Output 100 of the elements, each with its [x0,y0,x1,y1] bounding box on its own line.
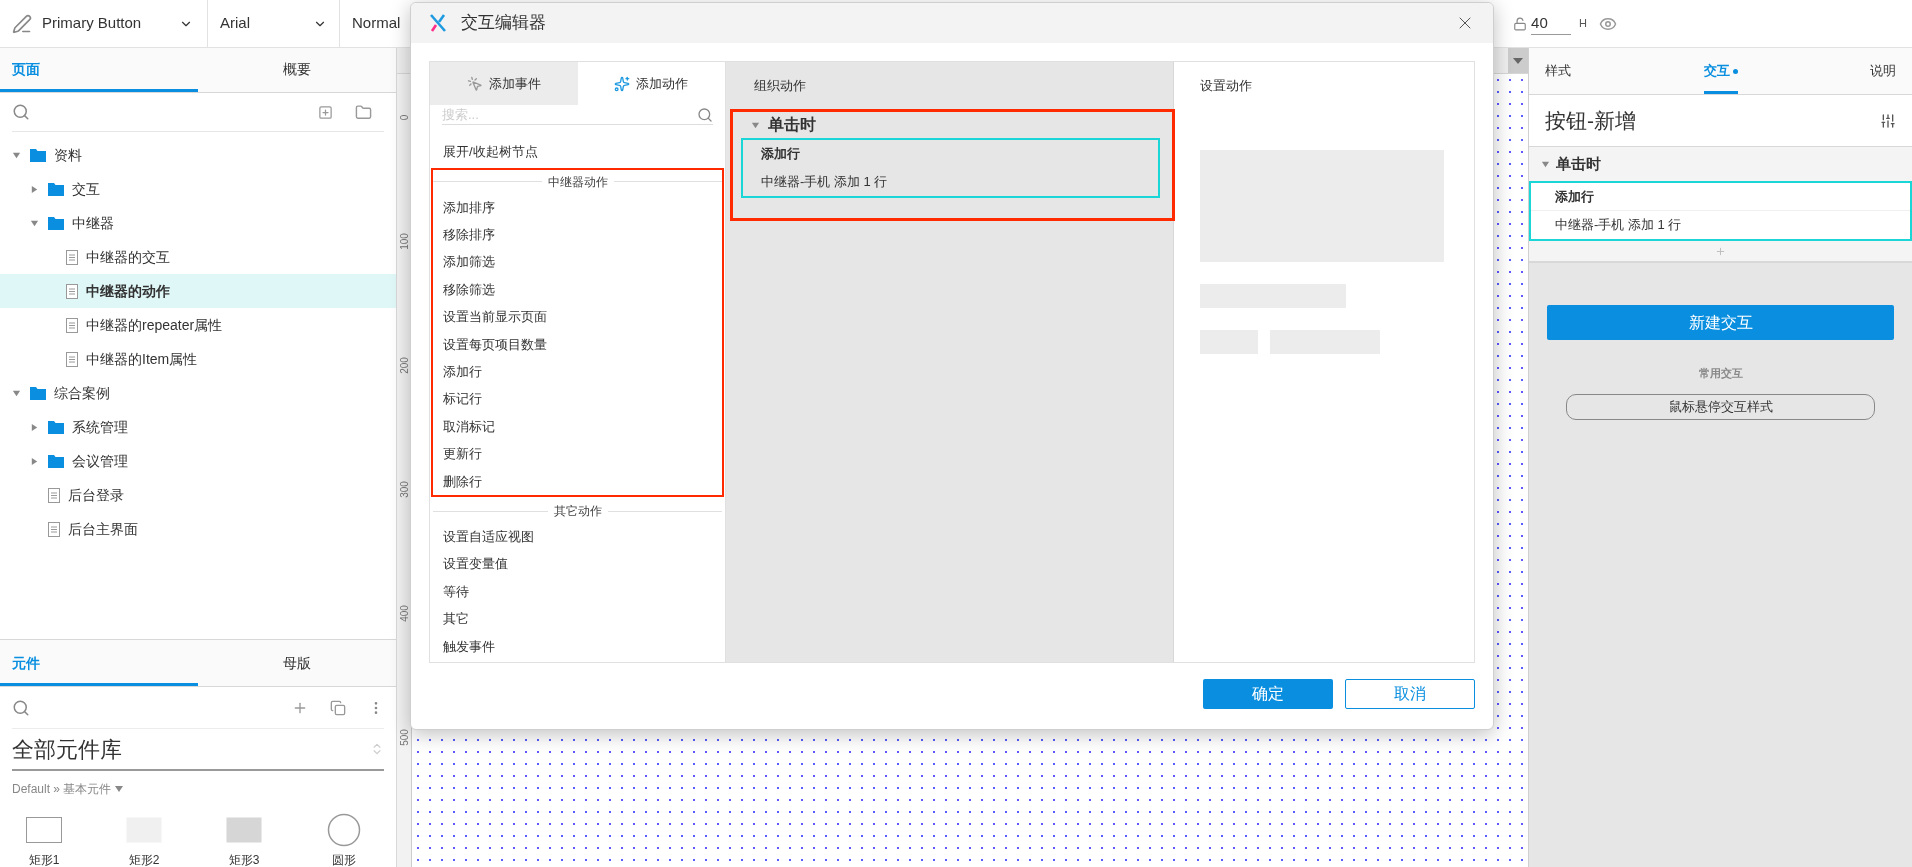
inspector-tab[interactable]: 说明 [1870,48,1896,94]
collapse-arrow-icon[interactable] [12,388,21,398]
collapse-arrow-icon[interactable] [1541,159,1550,169]
dialog-tab[interactable]: 添加事件 [430,62,578,106]
tree-item[interactable]: 系统管理 [0,410,396,445]
inspector-tab[interactable]: 样式 [1545,48,1571,94]
widget-tile[interactable]: 矩形2 [94,813,194,867]
tree-item[interactable]: 后台登录 [0,478,396,513]
folder-icon [48,420,64,435]
hover-style-button[interactable]: 鼠标悬停交互样式 [1566,393,1875,420]
tree-item[interactable]: 中继器的Item属性 [0,342,396,377]
sparkle-icon [614,75,631,92]
event-title[interactable]: 单击时 [768,113,816,137]
common-interactions-label: 常用交互 [1698,366,1743,381]
pointer-icon [466,75,483,92]
action-list-item[interactable]: 更新行 [433,440,722,468]
action-list-item[interactable]: 触发事件 [433,632,722,660]
widget-label: 矩形1 [28,853,60,867]
ruler-label: 300 [397,480,411,500]
tree-item[interactable]: 交互 [0,172,396,207]
widget-tile[interactable]: 圆形 [294,813,394,867]
style-edit-icon[interactable] [12,13,32,34]
dialog-title: 交互编辑器 [461,12,546,35]
expand-arrow-icon[interactable] [30,184,39,194]
action-list-item[interactable]: 设置每页项目数量 [433,330,722,359]
tree-item[interactable]: 中继器的动作 [0,274,396,309]
library-select[interactable]: 全部元件库 [12,729,384,771]
tree-item[interactable]: 综合案例 [0,376,396,411]
page-icon [66,351,78,367]
action-card[interactable]: 添加行 中继器-手机 添加 1 行 [1529,181,1912,241]
add-page-icon[interactable] [318,104,333,120]
page-icon [66,249,78,265]
action-list-item[interactable]: 其它 [433,605,722,633]
ruler-label: 400 [397,604,411,624]
action-list-item[interactable]: 等待 [433,577,722,606]
tree-item[interactable]: 资料 [0,138,396,173]
action-list-item[interactable]: 删除行 [433,467,722,496]
column-heading: 设置动作 [1200,76,1253,95]
tree-item[interactable]: 中继器 [0,206,396,241]
widget-tile[interactable]: 矩形3 [194,813,294,867]
page-icon [48,487,60,503]
panel-tab[interactable]: 母版 [198,640,396,686]
cancel-button[interactable]: 取消 [1345,679,1475,709]
action-title: 添加行 [1531,183,1910,211]
action-detail: 中继器-手机 添加 1 行 [760,173,889,192]
collapse-arrow-icon[interactable] [751,120,760,130]
widget-label: 矩形2 [128,853,160,867]
expand-arrow-icon[interactable] [30,456,39,466]
page-icon [48,521,60,537]
ruler-label: 500 [397,728,411,748]
page-icon [66,317,78,333]
ruler-label: 200 [397,356,411,376]
widget-tile[interactable]: 矩形1 [0,813,94,867]
expand-arrow-icon[interactable] [30,422,39,432]
action-list-item[interactable]: 添加筛选 [433,248,722,276]
caret-icon [115,786,124,792]
column-heading: 组织动作 [753,76,807,95]
action-list-item[interactable]: 设置自适应视图 [433,523,722,551]
folder-icon [48,454,64,469]
tree-item[interactable]: 中继器的交互 [0,240,396,275]
action-list-item[interactable]: 添加行 [433,358,722,386]
tree-item[interactable]: 会议管理 [0,444,396,479]
style-dropdown[interactable]: Primary Button [32,0,208,47]
action-list-item[interactable]: 设置当前显示页面 [433,303,722,331]
action-list-item[interactable]: 移除筛选 [433,275,722,304]
search-icon[interactable] [12,698,30,717]
search-icon[interactable] [12,103,30,122]
section-heading: 其它动作 [553,503,602,521]
action-list-item[interactable]: 添加排序 [433,193,722,222]
action-list-item[interactable]: 设置变量值 [433,550,722,578]
add-folder-icon[interactable] [355,103,372,121]
tree-item[interactable]: 中继器的repeater属性 [0,308,396,343]
caret-icon[interactable] [1513,57,1523,64]
action-card[interactable]: 添加行 中继器-手机 添加 1 行 [741,138,1160,198]
height-label: H [1579,16,1587,32]
action-list-item[interactable]: 取消标记 [433,412,722,441]
action-list-item[interactable]: 标记行 [433,385,722,413]
library-breadcrumb[interactable]: Default » 基本元件 [12,780,112,798]
action-title: 添加行 [760,145,801,164]
action-list-item[interactable]: 移除排序 [433,221,722,249]
circle-shape-icon [327,813,361,847]
collapse-arrow-icon[interactable] [12,150,21,160]
ruler-label: 100 [397,232,411,252]
folder-icon [48,216,64,231]
font-dropdown[interactable]: Arial [208,0,340,47]
app-logo-icon [429,14,447,32]
event-title[interactable]: 单击时 [1556,152,1601,176]
search-icon[interactable] [697,106,713,123]
height-field[interactable]: 40 [1531,11,1572,36]
action-list-item[interactable]: 展开/收起树节点 [433,138,722,166]
settings-icon[interactable] [1880,112,1896,129]
tree-item[interactable]: 后台主界面 [0,512,396,547]
folder-icon [48,182,64,197]
widget-label: 圆形 [332,853,356,867]
library-stack-icon[interactable] [330,699,346,716]
action-detail: 中继器-手机 添加 1 行 [1554,216,1683,235]
lock-icon[interactable] [1513,16,1528,31]
font-weight-dropdown[interactable]: Normal [340,12,413,35]
panel-tab[interactable]: 概要 [198,48,396,92]
collapse-arrow-icon[interactable] [30,218,39,228]
